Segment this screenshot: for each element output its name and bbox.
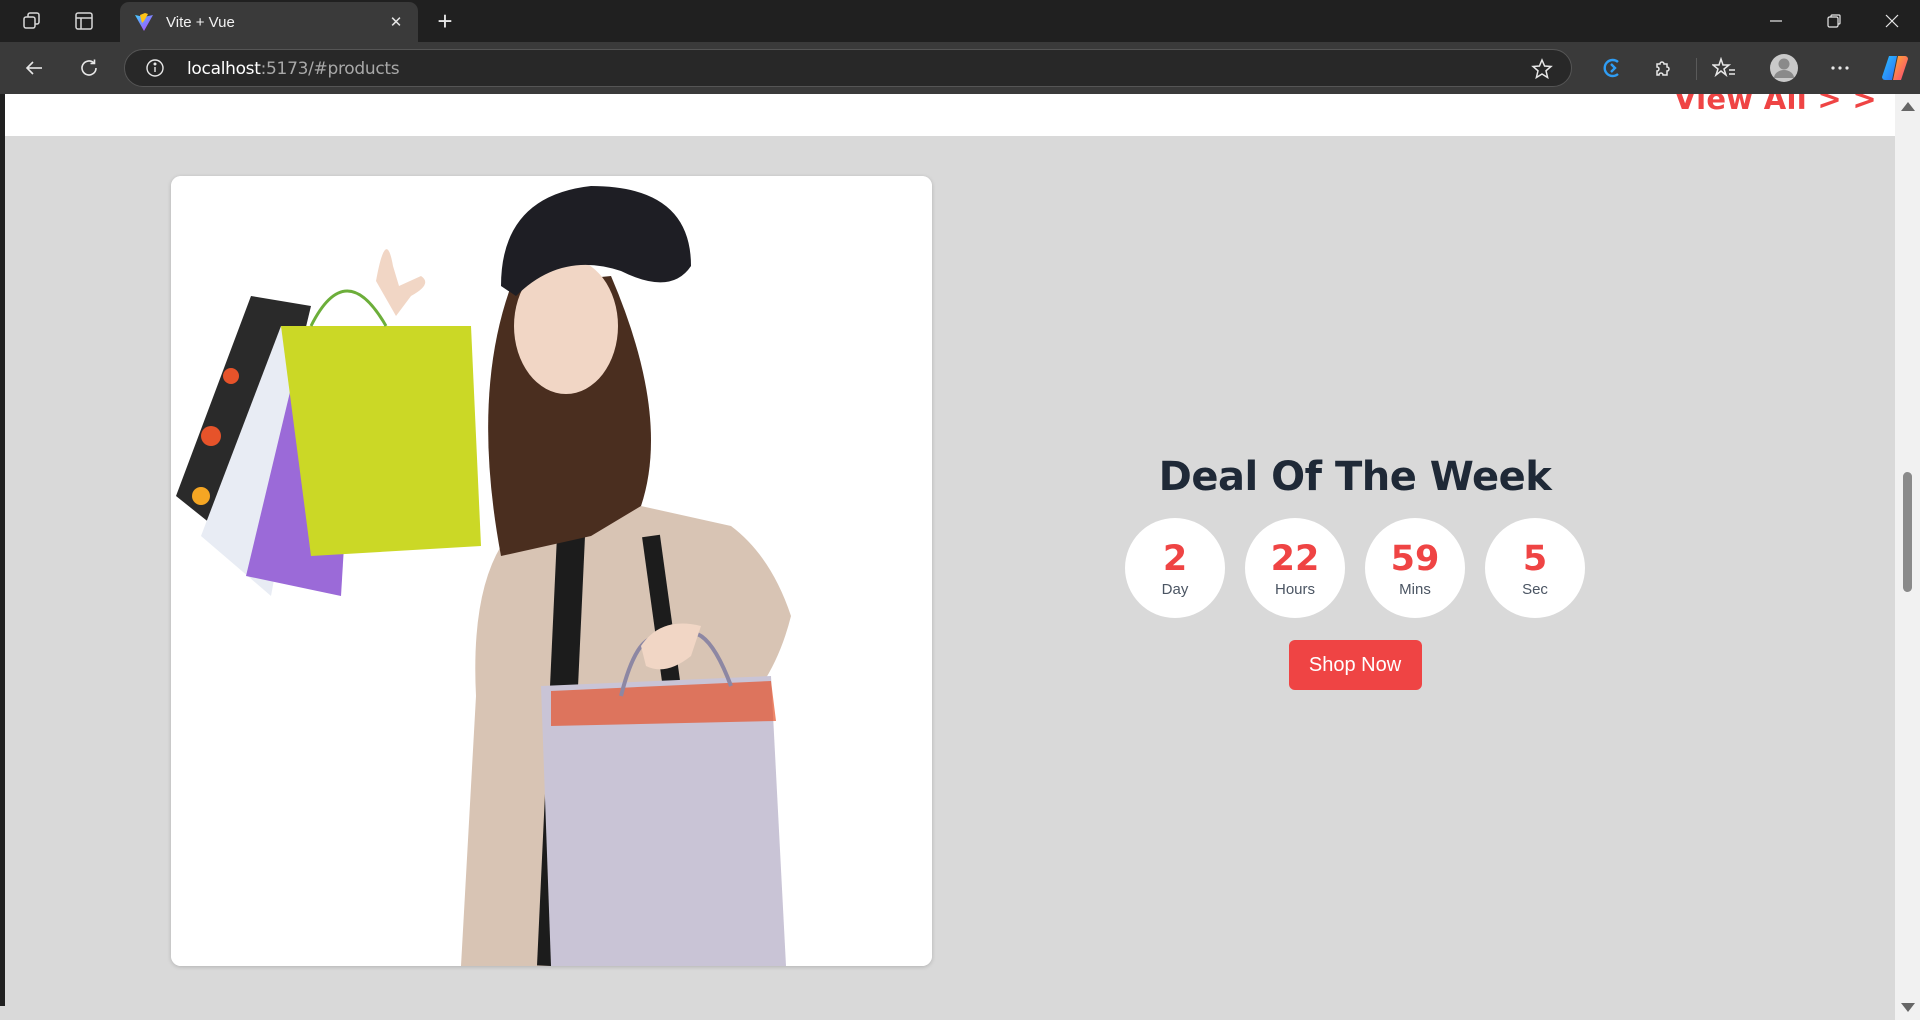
countdown-label: Sec (1522, 580, 1548, 598)
url-host: localhost (187, 59, 261, 79)
scroll-up-arrow[interactable] (1901, 102, 1915, 111)
toolbar-separator (1696, 58, 1697, 80)
url-text[interactable]: localhost:5173/#products (187, 59, 400, 79)
countdown-label: Hours (1274, 580, 1315, 598)
back-arrow-icon[interactable] (21, 55, 47, 81)
workspaces-icon[interactable] (21, 10, 43, 32)
countdown-timer: 2 Day 22 Hours 59 Mins 5 Sec (1125, 518, 1585, 618)
copilot-icon[interactable] (1880, 53, 1910, 83)
tab-actions-icon[interactable] (73, 10, 95, 32)
favorites-icon[interactable] (1711, 55, 1737, 81)
deal-of-the-week-section: Deal Of The Week 2 Day 22 Hours 59 Mins … (5, 136, 1895, 1006)
countdown-sec: 5 Sec (1485, 518, 1585, 618)
countdown-label: Day (1161, 580, 1189, 598)
restore-icon[interactable] (1806, 0, 1862, 42)
countdown-value: 2 (1162, 538, 1188, 579)
tab-strip: Vite + Vue ✕ + (0, 0, 1920, 42)
browser-tab[interactable]: Vite + Vue ✕ (120, 2, 418, 42)
woman-with-shopping-bags-image (171, 176, 932, 966)
countdown-value: 5 (1522, 538, 1548, 579)
window-bottom-edge (0, 1006, 1895, 1020)
plus-icon: + (437, 5, 453, 36)
deal-photo (171, 176, 932, 966)
more-icon[interactable] (1827, 55, 1853, 81)
countdown-day: 2 Day (1125, 518, 1225, 618)
edge-extension-icon[interactable] (1598, 55, 1624, 81)
shop-now-button[interactable]: Shop Now (1288, 640, 1422, 690)
tab-title: Vite + Vue (166, 13, 235, 31)
deal-title: Deal Of The Week (1158, 454, 1552, 500)
address-bar[interactable]: localhost:5173/#products (124, 49, 1572, 87)
refresh-icon[interactable] (76, 55, 102, 81)
info-icon[interactable] (145, 58, 165, 78)
scrollbar-thumb[interactable] (1903, 472, 1912, 592)
scroll-down-arrow[interactable] (1901, 1003, 1915, 1012)
countdown-hours: 22 Hours (1245, 518, 1345, 618)
vite-logo-icon (135, 13, 153, 31)
url-path: :5173/#products (260, 59, 400, 79)
star-icon[interactable] (1531, 58, 1553, 80)
countdown-mins: 59 Mins (1365, 518, 1465, 618)
deal-content: Deal Of The Week 2 Day 22 Hours 59 Mins … (1045, 454, 1665, 690)
countdown-label: Mins (1399, 580, 1431, 598)
countdown-value: 22 (1270, 538, 1320, 579)
products-section-bottom: View All > > (5, 94, 1895, 136)
profile-avatar-icon[interactable] (1769, 53, 1799, 83)
puzzle-icon[interactable] (1651, 55, 1677, 81)
page-viewport: View All > > Deal Of The Week 2 Day 22 H… (5, 94, 1895, 1006)
minimize-icon[interactable] (1748, 0, 1804, 42)
countdown-value: 59 (1390, 538, 1440, 579)
close-window-icon[interactable] (1864, 0, 1920, 42)
new-tab-button[interactable]: + (432, 5, 458, 36)
close-icon[interactable]: ✕ (386, 12, 406, 32)
page-scrollbar[interactable] (1895, 94, 1920, 1020)
view-all-link[interactable]: View All > > (1674, 94, 1877, 116)
